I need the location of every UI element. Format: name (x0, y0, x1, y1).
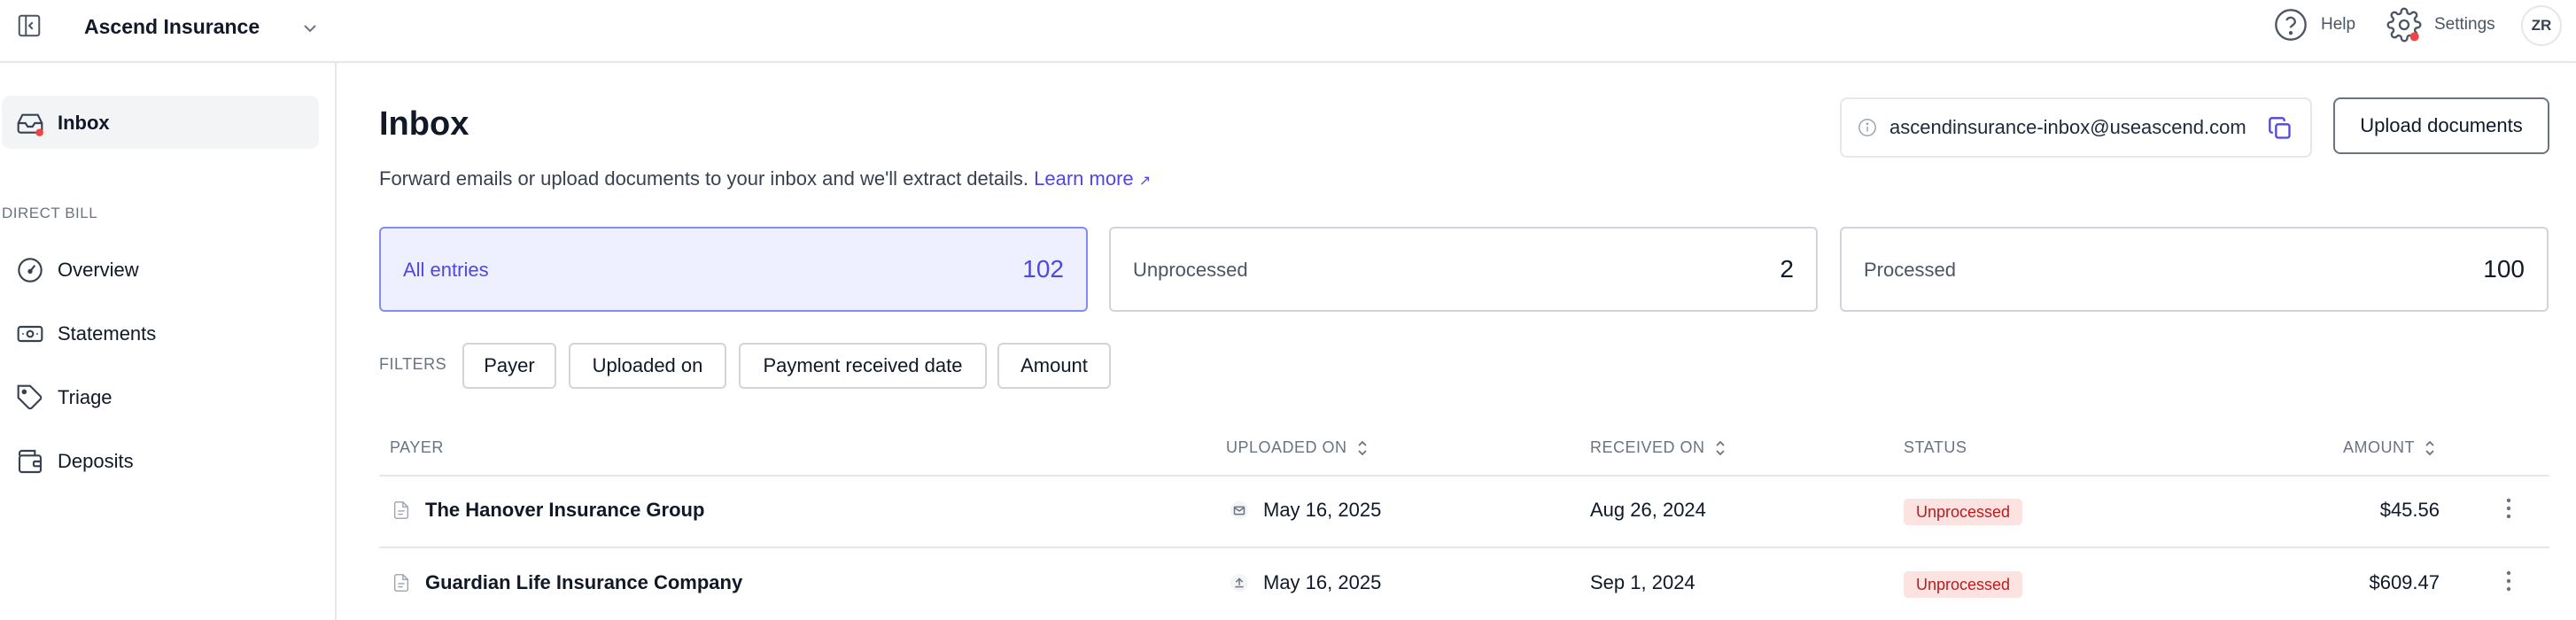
table-divider (379, 475, 2549, 477)
sidebar: Inbox DIRECT BILL Overview Statements Tr… (0, 63, 337, 620)
info-icon (1858, 119, 1876, 136)
sidebar-toggle-icon[interactable] (16, 12, 43, 39)
received-on-cell: Sep 1, 2024 (1590, 571, 1695, 593)
help-button[interactable]: Help (2273, 7, 2355, 43)
uploaded-on-cell: May 16, 2025 (1230, 499, 1381, 522)
payer-name: The Hanover Insurance Group (425, 499, 705, 521)
sidebar-item-label: Inbox (58, 112, 110, 134)
sidebar-item-label: Triage (58, 386, 113, 408)
learn-more-link[interactable]: Learn more ↗ (1034, 167, 1151, 190)
stat-count: 2 (1780, 255, 1794, 283)
sidebar-item-inbox[interactable]: Inbox (2, 96, 319, 149)
uploaded-on-date: May 16, 2025 (1263, 499, 1382, 521)
upload-icon (1230, 573, 1249, 593)
status-badge: Unprocessed (1904, 499, 2023, 525)
stat-label: Unprocessed (1133, 259, 1248, 281)
inbox-email: ascendinsurance-inbox@useascend.com (1889, 116, 2246, 138)
sidebar-item-triage[interactable]: Triage (2, 370, 319, 423)
tab-unprocessed[interactable]: Unprocessed 2 (1109, 227, 1818, 312)
sidebar-item-statements[interactable]: Statements (2, 306, 319, 360)
avatar[interactable]: ZR (2521, 5, 2562, 46)
sidebar-item-overview[interactable]: Overview (2, 243, 319, 296)
uploaded-on-date: May 16, 2025 (1263, 571, 1382, 593)
gear-icon (2386, 7, 2422, 43)
received-on-cell: Aug 26, 2024 (1590, 499, 1706, 521)
sort-icon (1715, 440, 1725, 455)
document-icon (393, 574, 409, 592)
money-icon (17, 325, 43, 343)
amount-cell: $45.56 (2379, 499, 2440, 521)
sort-icon (1357, 440, 1367, 455)
stat-count: 102 (1022, 255, 1064, 283)
stat-label: All entries (403, 259, 489, 281)
amount-cell: $609.47 (2369, 571, 2440, 593)
more-options-icon[interactable] (2504, 497, 2513, 520)
inbox-email-box: ascendinsurance-inbox@useascend.com (1840, 97, 2312, 158)
gauge-icon (18, 258, 43, 283)
help-label: Help (2321, 15, 2356, 34)
page-title: Inbox (379, 105, 469, 143)
sidebar-item-label: Deposits (58, 450, 134, 472)
uploaded-on-cell: May 16, 2025 (1230, 571, 1381, 594)
table-divider (379, 546, 2549, 548)
tab-all-entries[interactable]: All entries 102 (379, 227, 1088, 312)
filters-label: FILTERS (379, 355, 447, 373)
chevron-down-icon[interactable] (299, 18, 321, 39)
help-icon (2275, 9, 2307, 41)
column-header-amount[interactable]: AMOUNT (2343, 438, 2436, 457)
stat-label: Processed (1864, 259, 1956, 281)
payer-cell: The Hanover Insurance Group (392, 499, 704, 522)
subtitle-text: Forward emails or upload documents to yo… (379, 167, 1029, 190)
column-header-status: STATUS (1904, 438, 1967, 456)
sort-icon (2425, 440, 2434, 455)
payer-name: Guardian Life Insurance Company (425, 571, 743, 593)
stat-count: 100 (2483, 255, 2525, 283)
filter-payer-button[interactable]: Payer (462, 343, 556, 389)
column-header-uploaded-on[interactable]: UPLOADED ON (1226, 438, 1369, 457)
filter-amount-button[interactable]: Amount (997, 343, 1111, 389)
more-options-icon[interactable] (2504, 570, 2513, 593)
tag-icon (17, 384, 43, 410)
document-icon (393, 501, 409, 519)
settings-label: Settings (2434, 15, 2495, 34)
status-badge: Unprocessed (1904, 571, 2023, 598)
upload-documents-button[interactable]: Upload documents (2333, 97, 2549, 154)
sidebar-item-label: Statements (58, 322, 157, 345)
inbox-icon (17, 113, 43, 136)
wallet-icon (18, 449, 43, 474)
sidebar-section-label: DIRECT BILL (2, 205, 98, 221)
mail-icon (1230, 500, 1249, 520)
settings-button[interactable]: Settings (2386, 7, 2495, 43)
sidebar-item-label: Overview (58, 259, 139, 281)
org-name[interactable]: Ascend Insurance (84, 15, 260, 39)
filter-payment-received-date-button[interactable]: Payment received date (739, 343, 987, 389)
column-header-payer: PAYER (390, 438, 444, 456)
tab-processed[interactable]: Processed 100 (1840, 227, 2549, 312)
filter-uploaded-on-button[interactable]: Uploaded on (569, 343, 726, 389)
top-bar: Ascend Insurance Help Settings ZR (0, 0, 2576, 63)
sidebar-item-deposits[interactable]: Deposits (2, 434, 319, 487)
page-subtitle: Forward emails or upload documents to yo… (379, 167, 1151, 190)
copy-icon[interactable] (2268, 116, 2293, 141)
payer-cell: Guardian Life Insurance Company (392, 571, 742, 594)
external-link-icon: ↗ (1138, 174, 1152, 189)
column-header-received-on[interactable]: RECEIVED ON (1590, 438, 1726, 457)
